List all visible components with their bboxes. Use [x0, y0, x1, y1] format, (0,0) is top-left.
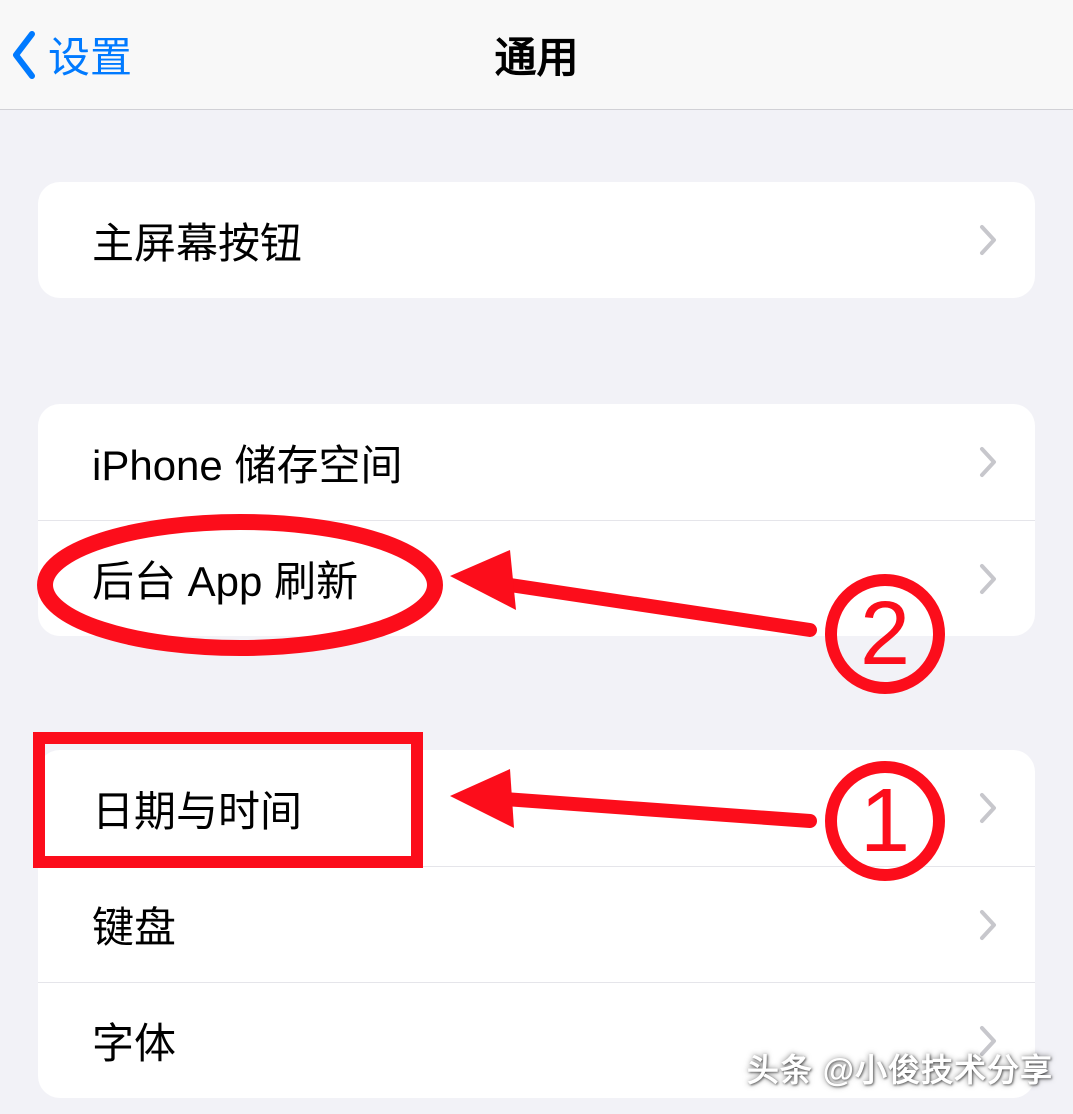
chevron-right-icon	[979, 563, 997, 595]
navbar: 设置 通用	[0, 0, 1073, 110]
row-date-time[interactable]: 日期与时间	[38, 750, 1035, 866]
row-keyboard[interactable]: 键盘	[38, 866, 1035, 982]
settings-group: iPhone 储存空间 后台 App 刷新	[38, 404, 1035, 636]
row-label: 后台 App 刷新	[92, 548, 979, 609]
watermark: 头条 @小俊技术分享	[747, 1045, 1053, 1091]
row-label: 日期与时间	[92, 778, 979, 839]
chevron-left-icon	[10, 30, 40, 80]
page-title: 通用	[494, 24, 578, 85]
settings-content: 主屏幕按钮 iPhone 储存空间 后台 App 刷新 日期与时间	[0, 182, 1073, 1098]
chevron-right-icon	[979, 792, 997, 824]
row-home-button[interactable]: 主屏幕按钮	[38, 182, 1035, 298]
chevron-right-icon	[979, 446, 997, 478]
back-label: 设置	[48, 24, 132, 85]
row-label: 主屏幕按钮	[92, 210, 979, 271]
row-label: 键盘	[92, 894, 979, 955]
chevron-right-icon	[979, 909, 997, 941]
settings-group: 主屏幕按钮	[38, 182, 1035, 298]
row-background-app-refresh[interactable]: 后台 App 刷新	[38, 520, 1035, 636]
row-label: iPhone 储存空间	[92, 432, 979, 493]
row-iphone-storage[interactable]: iPhone 储存空间	[38, 404, 1035, 520]
chevron-right-icon	[979, 224, 997, 256]
back-button[interactable]: 设置	[0, 24, 132, 85]
